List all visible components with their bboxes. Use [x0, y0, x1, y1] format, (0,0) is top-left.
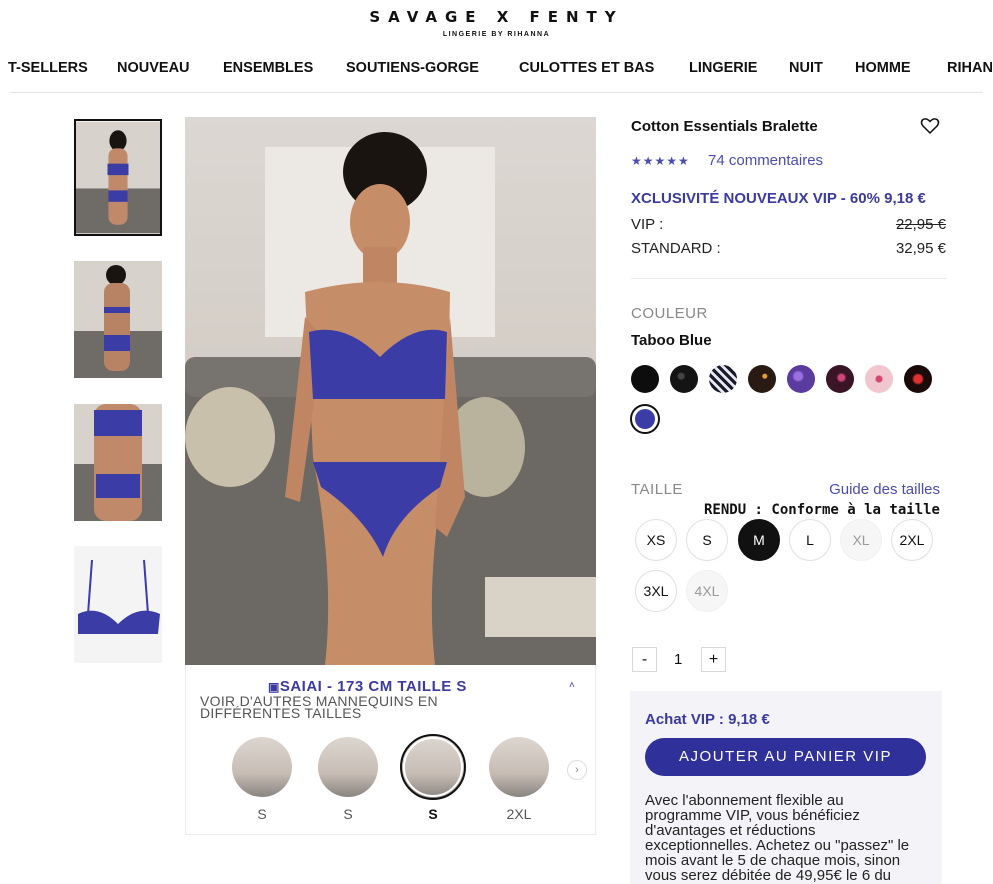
vip-price-label: VIP :	[631, 216, 664, 233]
size-option-xs[interactable]: XS	[635, 519, 677, 561]
quantity-value: 1	[674, 651, 683, 668]
size-option-l[interactable]: L	[789, 519, 831, 561]
nav-item-culottes[interactable]: CULOTTES ET BAS	[519, 60, 654, 76]
thumbnail-front[interactable]	[74, 119, 162, 236]
color-label: COULEUR	[631, 305, 708, 322]
color-swatch-taboo-blue[interactable]	[630, 404, 660, 434]
size-label: TAILLE	[631, 481, 683, 498]
nav-item-lingerie[interactable]: LINGERIE	[689, 60, 757, 76]
color-swatch-plum-print[interactable]	[826, 365, 854, 393]
brand-tagline: LINGERIE BY RIHANNA	[442, 31, 551, 38]
quantity-increase-button[interactable]: +	[701, 647, 726, 672]
color-swatch-black[interactable]	[631, 365, 659, 393]
size-option-4xl[interactable]: 4XL	[686, 570, 728, 612]
chevron-right-icon[interactable]: ›	[567, 760, 587, 780]
thumbnail-back[interactable]	[74, 261, 162, 378]
thumbnail-front-image	[76, 121, 160, 234]
size-option-xl[interactable]: XL	[840, 519, 882, 561]
size-guide-link[interactable]: Guide des tailles	[829, 481, 940, 498]
vip-promo: XCLUSIVITÉ NOUVEAUX VIP - 60% 9,18 €	[631, 190, 926, 207]
fit-note: RENDU : Conforme à la taille	[703, 502, 940, 518]
size-option-3xl[interactable]: 3XL	[635, 570, 677, 612]
nav-item-ensembles[interactable]: ENSEMBLES	[223, 60, 313, 76]
model-option-3[interactable]	[400, 734, 466, 800]
nav-item-soutiens-gorge[interactable]: SOUTIENS-GORGE	[346, 60, 479, 76]
main-product-image[interactable]	[185, 117, 596, 665]
model-size-label: S	[257, 806, 267, 822]
color-swatch-pink-print[interactable]	[865, 365, 893, 393]
collapse-icon[interactable]: ˄	[569, 680, 575, 691]
color-swatch-dark-floral[interactable]	[748, 365, 776, 393]
nav-item-homme[interactable]: HOMME	[855, 60, 911, 76]
standard-price-label: STANDARD :	[631, 240, 721, 257]
add-to-cart-vip-button[interactable]: AJOUTER AU PANIER VIP	[645, 738, 926, 776]
nav-item-nuit[interactable]: NUIT	[789, 60, 823, 76]
model-size-label: S	[343, 806, 353, 822]
product-title: Cotton Essentials Bralette	[631, 118, 818, 135]
divider	[631, 278, 946, 279]
nav-divider	[10, 92, 983, 93]
model-info-icon: ▣	[268, 680, 280, 694]
thumbnail-product-image	[74, 546, 162, 663]
model-option-4[interactable]	[489, 737, 549, 797]
size-option-m[interactable]: M	[738, 519, 780, 561]
nav-item-rihanna[interactable]: RIHAN	[947, 60, 993, 76]
selected-color-name: Taboo Blue	[631, 332, 712, 349]
vip-description: Avec l'abonnement flexible au programme …	[645, 793, 910, 884]
model-size-label: S	[428, 806, 438, 822]
vip-price-value: 22,95 €	[895, 216, 946, 233]
color-swatch-black-print[interactable]	[670, 365, 698, 393]
selected-swatch-fill	[635, 409, 655, 429]
quantity-decrease-button[interactable]: -	[632, 647, 657, 672]
color-swatch-purple[interactable]	[787, 365, 815, 393]
model-option-1[interactable]	[232, 737, 292, 797]
rating-stars-icon[interactable]: ★★★★★	[631, 154, 690, 168]
brand-logo[interactable]: SAVAGE X FENTY LINGERIE BY RIHANNA	[0, 8, 993, 38]
brand-name: SAVAGE X FENTY	[369, 8, 624, 26]
size-option-s[interactable]: S	[686, 519, 728, 561]
vip-price-row: VIP : 22,95 €	[631, 216, 946, 233]
thumbnail-closeup-image	[74, 404, 162, 521]
nav-item-best-sellers[interactable]: T-SELLERS	[8, 60, 88, 76]
standard-price-value: 32,95 €	[895, 240, 946, 257]
model-size-label: 2XL	[506, 806, 532, 822]
main-nav: T-SELLERS NOUVEAU ENSEMBLES SOUTIENS-GOR…	[0, 60, 993, 82]
thumbnail-product[interactable]	[74, 546, 162, 663]
nav-item-nouveau[interactable]: NOUVEAU	[117, 60, 190, 76]
heart-icon[interactable]	[920, 116, 940, 136]
model-photo	[185, 132, 596, 665]
model-info-subtitle: VOIR D'AUTRES MANNEQUINS EN DIFFÉRENTES …	[200, 693, 438, 721]
thumbnail-back-image	[74, 261, 162, 378]
color-swatch-letter-print[interactable]	[709, 365, 737, 393]
thumbnail-closeup[interactable]	[74, 404, 162, 521]
reviews-link[interactable]: 74 commentaires	[708, 152, 823, 169]
standard-price-row: STANDARD : 32,95 €	[631, 240, 946, 257]
vip-purchase-title: Achat VIP : 9,18 €	[645, 711, 770, 728]
color-swatch-red-print[interactable]	[904, 365, 932, 393]
model-option-2[interactable]	[318, 737, 378, 797]
size-option-2xl[interactable]: 2XL	[891, 519, 933, 561]
